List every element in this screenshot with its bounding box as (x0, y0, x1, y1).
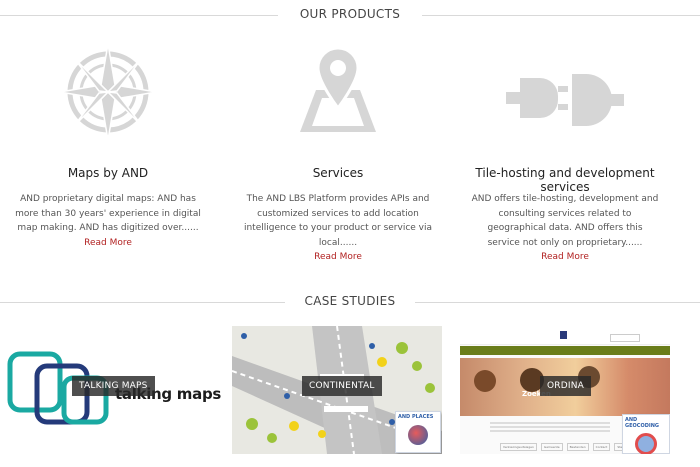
case-study-ordina[interactable]: Zoeken Verkiezingsuitslagen Gemeente Bes… (460, 326, 670, 454)
case-study-talking-maps[interactable]: talking maps TALKING MAPS (0, 326, 225, 454)
section-title: OUR PRODUCTS (289, 7, 411, 21)
product-title: Services (312, 166, 364, 180)
site-button: Bestanden (566, 443, 589, 451)
site-button: Contact (592, 443, 611, 451)
site-button-row: Verkiezingsuitslagen Gemeente Bestanden … (500, 443, 641, 451)
product-title: Tile-hosting and development services (475, 166, 655, 194)
product-box-title: AND GEOCODING (625, 417, 659, 429)
globe-icon (408, 425, 428, 445)
case-label[interactable]: TALKING MAPS (72, 376, 155, 396)
child-photo (474, 370, 496, 392)
site-nav-bar (460, 346, 670, 355)
products-section-header: OUR PRODUCTS (0, 5, 700, 25)
product-description: The AND LBS Platform provides APIs and c… (243, 194, 433, 248)
product-description: AND proprietary digital maps: AND has mo… (15, 194, 201, 233)
case-label[interactable]: CONTINENTAL (302, 376, 382, 396)
case-studies-section-header: CASE STUDIES (0, 292, 700, 312)
map-pin-icon (233, 40, 443, 135)
case-study-continental[interactable]: CONTINENTAL AND PLACES (232, 326, 442, 454)
and-geocoding-product-box: AND GEOCODING (622, 414, 670, 454)
site-search-field (610, 334, 640, 342)
product-title: Maps by AND (67, 166, 149, 180)
read-more-link[interactable]: Read More (470, 250, 660, 265)
product-card-services: Services The AND LBS Platform provides A… (233, 40, 443, 270)
site-body-text (490, 422, 610, 424)
plug-icon (460, 40, 670, 135)
case-label[interactable]: ORDINA (540, 376, 592, 396)
read-more-link[interactable]: Read More (243, 250, 433, 265)
magnifier-icon (635, 433, 657, 454)
section-title: CASE STUDIES (294, 294, 406, 308)
site-button: Verkiezingsuitslagen (500, 443, 537, 451)
product-card-maps: Maps by AND AND proprietary digital maps… (3, 40, 213, 270)
read-more-link[interactable]: Read More (13, 236, 203, 251)
product-description: AND offers tile-hosting, development and… (471, 194, 659, 248)
site-header (460, 326, 670, 345)
compass-rose-icon (3, 40, 213, 135)
and-places-product-box: AND PLACES (395, 411, 441, 453)
site-button: Gemeente (540, 443, 563, 451)
product-card-tile-hosting: Tile-hosting and development services AN… (460, 40, 670, 270)
site-logo (560, 331, 567, 339)
product-box-title: AND PLACES (398, 414, 434, 420)
